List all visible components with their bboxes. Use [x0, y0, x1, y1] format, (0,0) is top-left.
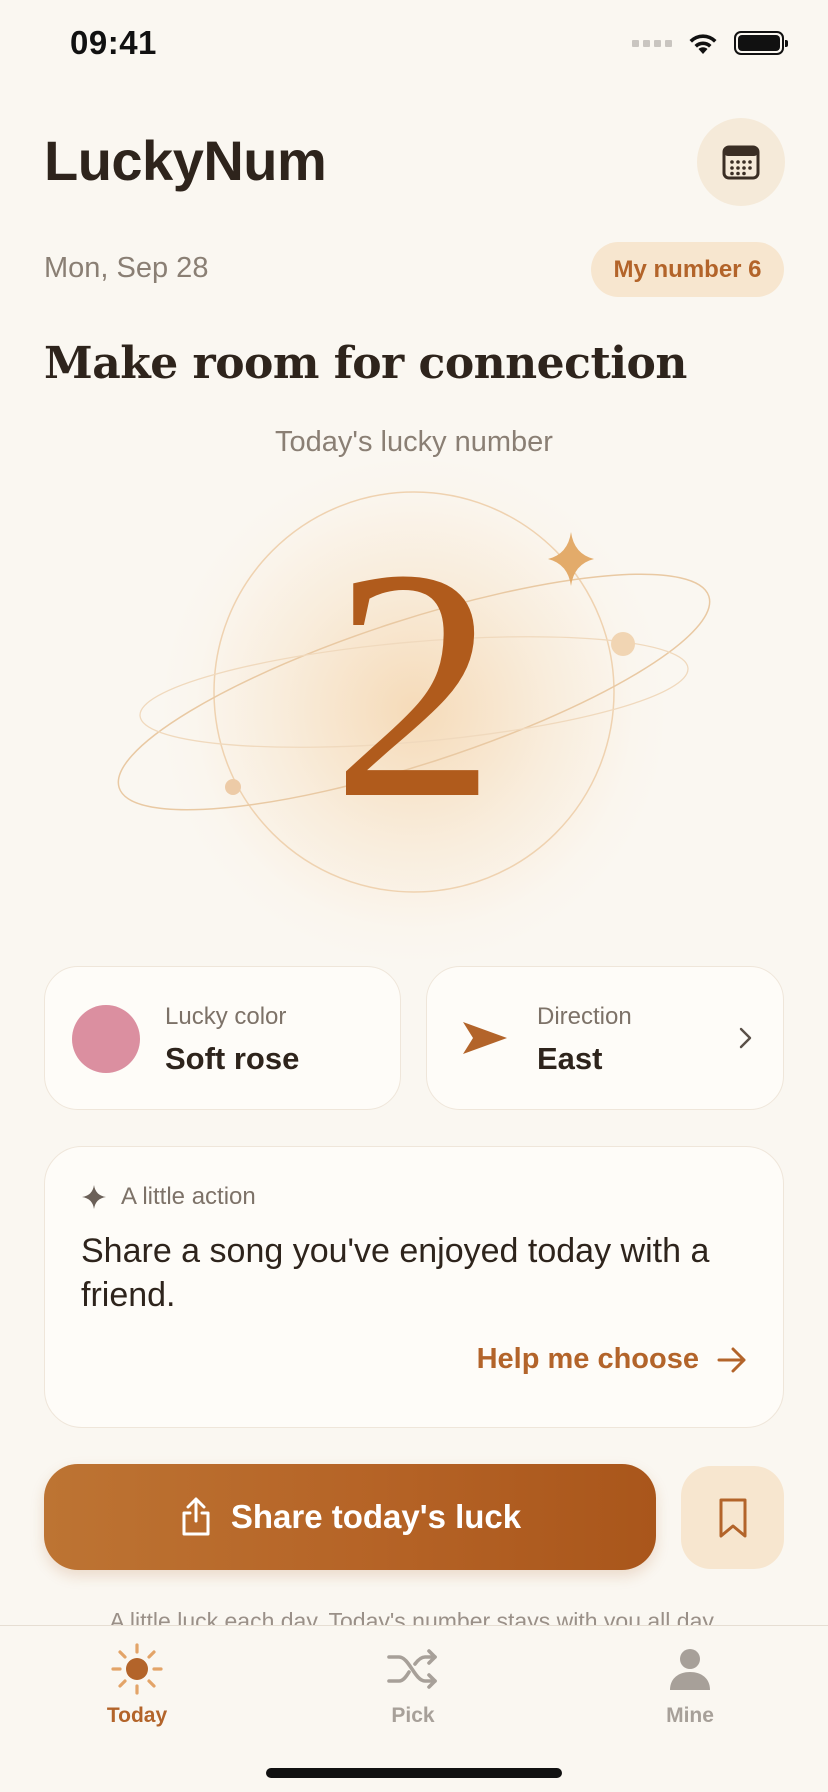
direction-arrow-icon — [463, 1022, 507, 1054]
tab-pick-label: Pick — [391, 1704, 435, 1727]
app-title: LuckyNum — [44, 129, 327, 192]
action-card: A little action Share a song you've enjo… — [44, 1146, 784, 1428]
color-swatch — [72, 1005, 140, 1073]
share-button-label: Share today's luck — [230, 1498, 522, 1535]
status-bar: 09:41 — [0, 0, 828, 96]
tab-mine-label: Mine — [666, 1704, 714, 1727]
date-label: Mon, Sep 28 — [44, 252, 209, 284]
daily-headline: Make room for connection — [44, 338, 687, 389]
person-icon — [670, 1649, 710, 1690]
share-button[interactable]: Share today's luck — [44, 1464, 656, 1570]
status-time: 09:41 — [70, 24, 157, 61]
footer-note: A little luck each day. Today's number s… — [109, 1608, 719, 1625]
my-number-badge[interactable]: My number 6 — [591, 242, 784, 297]
bookmark-icon — [719, 1498, 746, 1537]
calendar-icon — [722, 145, 760, 180]
action-text: Share a song you've enjoyed today with a… — [81, 1232, 710, 1314]
tab-today[interactable]: Today — [47, 1642, 227, 1728]
help-me-choose-label: Help me choose — [476, 1343, 699, 1375]
status-icons — [632, 30, 788, 56]
calendar-button[interactable] — [697, 118, 785, 206]
action-header: A little action — [81, 1183, 256, 1211]
direction-value: East — [537, 1041, 603, 1076]
tab-today-label: Today — [106, 1704, 168, 1727]
sun-icon — [111, 1643, 163, 1695]
lucky-number-label: Today's lucky number — [275, 426, 553, 458]
wifi-icon — [689, 34, 717, 54]
lucky-color-card[interactable]: Lucky color Soft rose — [44, 966, 401, 1110]
arrow-right-icon — [717, 1347, 746, 1372]
lucky-color-label: Lucky color — [165, 1003, 287, 1030]
action-label: A little action — [121, 1183, 256, 1210]
home-indicator — [266, 1768, 562, 1778]
shuffle-icon — [387, 1649, 437, 1689]
lucky-color-value: Soft rose — [165, 1041, 300, 1076]
battery-icon — [734, 31, 788, 55]
bookmark-button[interactable] — [681, 1466, 784, 1569]
sparkle-icon — [82, 1185, 106, 1209]
share-icon — [182, 1497, 210, 1536]
chevron-right-icon — [739, 1027, 752, 1049]
help-me-choose-link[interactable]: Help me choose — [477, 1343, 747, 1376]
tab-pick[interactable]: Pick — [323, 1642, 503, 1728]
direction-label: Direction — [537, 1003, 632, 1030]
tab-bar: Today Pick Mine — [0, 1625, 828, 1792]
lucky-number: 2 — [331, 502, 497, 867]
cellular-signal-icon — [632, 39, 672, 47]
direction-card[interactable]: Direction East — [426, 966, 784, 1110]
tab-mine[interactable]: Mine — [600, 1642, 780, 1728]
